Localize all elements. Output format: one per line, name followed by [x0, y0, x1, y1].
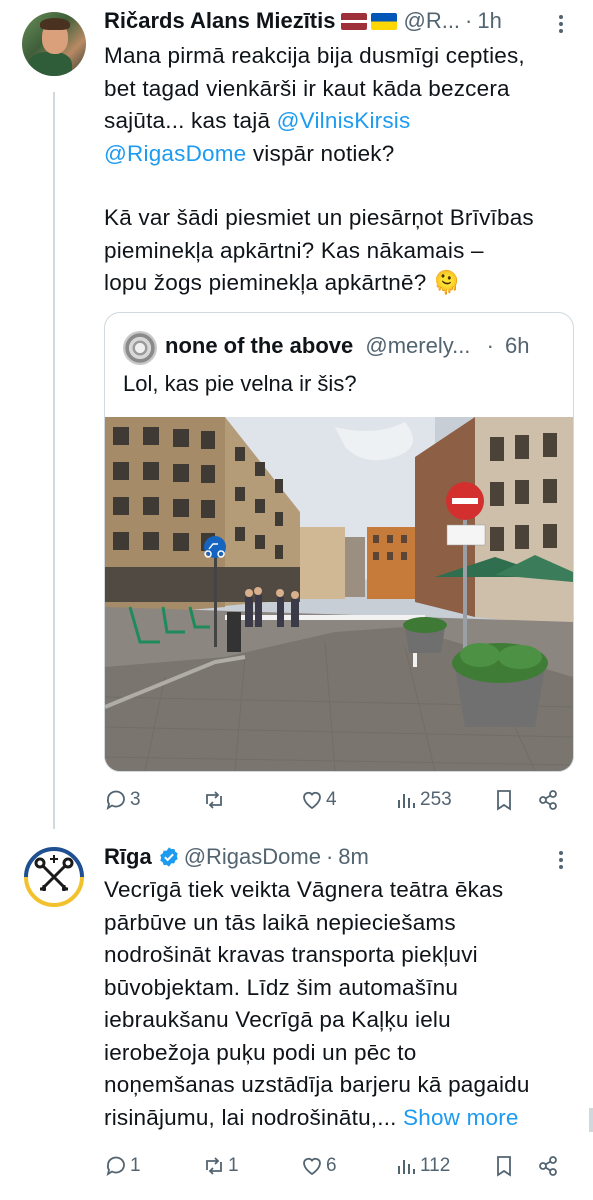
- avatar[interactable]: [22, 12, 86, 76]
- more-icon[interactable]: [551, 12, 571, 36]
- tweet-line: būvobjektam. Līdz šim automašīnu: [104, 974, 459, 1000]
- repost-count: 1: [228, 1155, 239, 1176]
- like-button[interactable]: 4: [300, 788, 337, 812]
- street-photo[interactable]: [105, 417, 573, 771]
- quoted-text: Lol, kas pie velna ir šis?: [123, 371, 357, 396]
- tweet-line: lopu žogs pieminekļa apkārtnē? 🫠: [104, 270, 462, 295]
- repost-button[interactable]: 1: [202, 1154, 239, 1178]
- tweet-line-text: vispār notiek?: [246, 140, 395, 166]
- tweet-line: Vecrīgā tiek veikta Vāgnera teātra ēkas: [104, 877, 504, 902]
- reply-count: 1: [130, 1155, 141, 1176]
- tweet-actions: 3 4 253: [104, 788, 574, 818]
- quoted-avatar[interactable]: [123, 331, 157, 365]
- views-button[interactable]: 253: [394, 788, 452, 812]
- author-name[interactable]: Rīga: [104, 844, 152, 870]
- tweet-line: risinājumu, lai nodrošinātu,... Show mor…: [104, 1102, 574, 1135]
- author-name[interactable]: Ričards Alans Miezītis: [104, 8, 335, 34]
- tweet-line: Kā var šādi piesmiet un piesārņot Brīvīb…: [104, 205, 534, 230]
- reply-button[interactable]: 1: [104, 1154, 141, 1178]
- tweet-line: ierobežoja puķu podi un pēc to: [104, 1039, 417, 1065]
- like-count: 4: [326, 789, 337, 810]
- view-count: 253: [420, 789, 452, 810]
- quoted-handle[interactable]: @merely...: [365, 333, 470, 358]
- repost-icon: [206, 791, 222, 809]
- bookmark-button[interactable]: [492, 1154, 516, 1178]
- bookmark-icon: [497, 790, 511, 811]
- tweet-actions: 1 1 6 112: [104, 1154, 574, 1184]
- bookmark-button[interactable]: [492, 788, 516, 812]
- views-button[interactable]: 112: [394, 1154, 450, 1178]
- tweet-line-text: sajūta... kas tajā: [104, 108, 277, 133]
- repost-button[interactable]: [202, 788, 226, 812]
- like-icon: [303, 791, 321, 810]
- show-more-link[interactable]: Show more: [403, 1105, 519, 1130]
- mention-link[interactable]: @VilnisKirsis: [277, 108, 411, 133]
- quoted-author-name[interactable]: none of the above: [165, 333, 353, 358]
- tweet-line: bet tagad vienkārši ir kaut kāda bezcera: [104, 75, 510, 101]
- tweet-line: pieminekļa apkārtni? Kas nākamais –: [104, 237, 484, 263]
- quoted-tweet[interactable]: none of the above @merely... · 6h Lol, k…: [104, 312, 574, 772]
- separator-dot: ·: [486, 333, 494, 358]
- reply-button[interactable]: 3: [104, 788, 141, 812]
- tweet-text: Vecrīgā tiek veikta Vāgnera teātra ēkas …: [104, 874, 574, 1134]
- share-button[interactable]: [536, 1154, 560, 1178]
- separator-dot: ·: [465, 8, 473, 33]
- tweet-line: nodrošināt kravas transporta piekļuvi: [104, 942, 478, 967]
- tweet-line: pārbūve un tās laikā nepieciešams: [104, 909, 456, 935]
- like-icon: [303, 1157, 321, 1176]
- reply-icon: [106, 790, 125, 810]
- like-button[interactable]: 6: [300, 1154, 337, 1178]
- thread-connector-line: [53, 92, 55, 829]
- author-handle[interactable]: @RigasDome: [184, 844, 321, 870]
- latvia-flag-icon: [341, 12, 368, 30]
- tweet-line: Mana pirmā reakcija bija dusmīgi cepties…: [104, 43, 525, 68]
- bookmark-icon: [497, 1156, 511, 1177]
- views-icon: [398, 1160, 415, 1174]
- repost-icon: [206, 1157, 222, 1175]
- tweet-line: noņemšanas uzstādīja barjeru kā pagaidu: [104, 1072, 530, 1097]
- author-handle[interactable]: @R...: [403, 8, 460, 34]
- reply-icon: [106, 1156, 125, 1176]
- tweet-line: @RigasDome vispār notiek?: [104, 138, 574, 171]
- timestamp[interactable]: 1h: [477, 8, 501, 34]
- ukraine-flag-icon: [371, 12, 398, 30]
- more-icon[interactable]: [551, 848, 571, 872]
- quoted-timestamp[interactable]: 6h: [505, 333, 529, 358]
- view-count: 112: [420, 1155, 451, 1176]
- tweet-line: sajūta... kas tajā @VilnisKirsis: [104, 105, 574, 138]
- reply-count: 3: [130, 789, 141, 810]
- tweet-text: Mana pirmā reakcija bija dusmīgi cepties…: [104, 40, 574, 300]
- mention-link[interactable]: @RigasDome: [104, 141, 246, 166]
- share-icon: [539, 1156, 557, 1176]
- verified-icon: [159, 847, 178, 867]
- separator-dot: ·: [325, 844, 334, 869]
- tweet-header: Rīga @RigasDome · 8m: [104, 844, 369, 870]
- tweet-header: Ričards Alans Miezītis @R... · 1h: [104, 8, 502, 34]
- quoted-header: none of the above @merely... · 6h: [165, 333, 530, 359]
- tweet-line-text: risinājumu, lai nodrošinātu,...: [104, 1104, 397, 1130]
- like-count: 6: [326, 1155, 337, 1176]
- avatar[interactable]: [22, 845, 86, 909]
- tweet-line: iebraukšanu Vecrīgā pa Kaļķu ielu: [104, 1007, 451, 1032]
- share-button[interactable]: [536, 788, 560, 812]
- scrollbar[interactable]: [589, 1108, 593, 1132]
- views-icon: [398, 794, 415, 808]
- share-icon: [539, 790, 557, 810]
- timestamp[interactable]: 8m: [338, 844, 369, 870]
